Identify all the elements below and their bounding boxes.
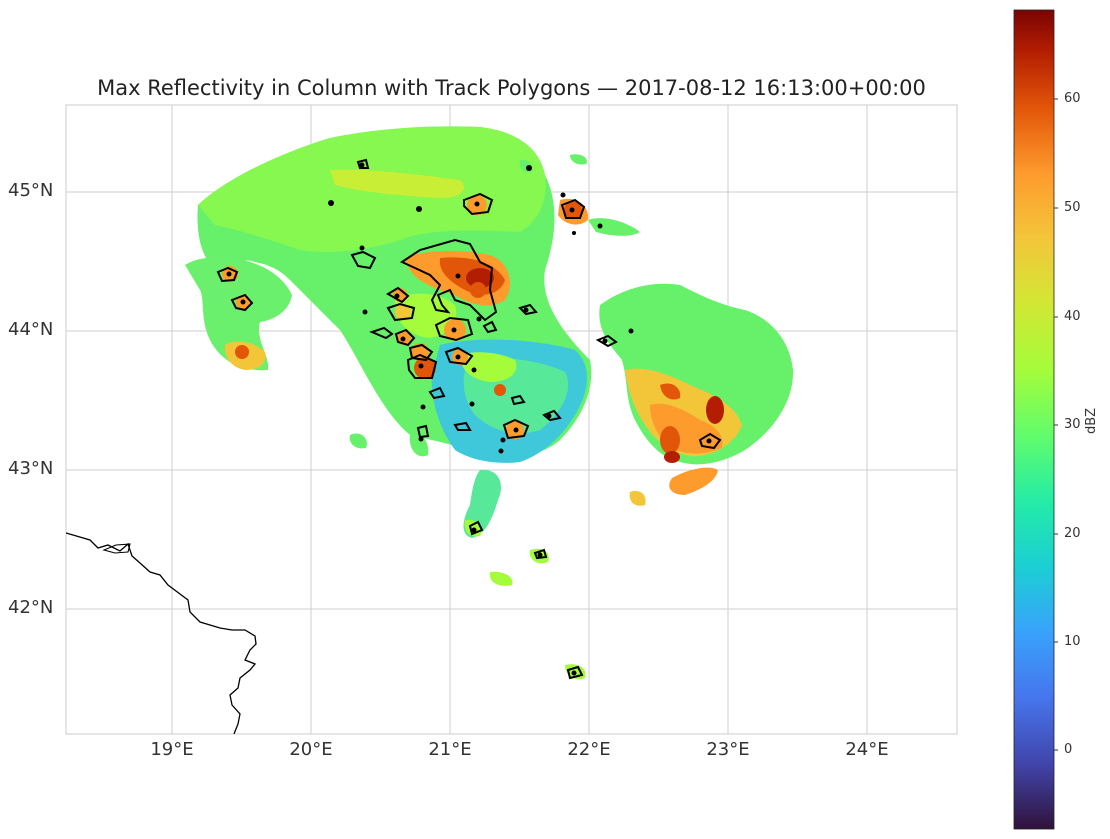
lon-tick-20: 20°E [289, 739, 333, 760]
colorbar-tick-10: 10 [1064, 634, 1081, 649]
colorbar-tick-20: 20 [1064, 526, 1081, 541]
lat-tick-42: 42°N [8, 597, 54, 618]
colorbar-tick-50: 50 [1064, 200, 1081, 215]
colorbar-tick-0: 0 [1064, 742, 1073, 757]
map-canvas [65, 9, 1058, 830]
colorbar-ticks [1054, 98, 1058, 751]
colorbar-tick-30: 30 [1064, 417, 1081, 432]
colorbar-tick-40: 40 [1064, 309, 1081, 324]
lon-tick-19: 19°E [150, 739, 194, 760]
lon-tick-21: 21°E [428, 739, 472, 760]
lat-tick-43: 43°N [8, 458, 54, 479]
lon-tick-24: 24°E [845, 739, 889, 760]
colorbar [1013, 9, 1055, 830]
lat-tick-44: 44°N [8, 319, 54, 340]
lon-tick-23: 23°E [706, 739, 750, 760]
lon-tick-22: 22°E [567, 739, 611, 760]
lat-tick-45: 45°N [8, 180, 54, 201]
colorbar-tick-60: 60 [1064, 91, 1081, 106]
colorbar-label: dBZ [1084, 407, 1099, 434]
